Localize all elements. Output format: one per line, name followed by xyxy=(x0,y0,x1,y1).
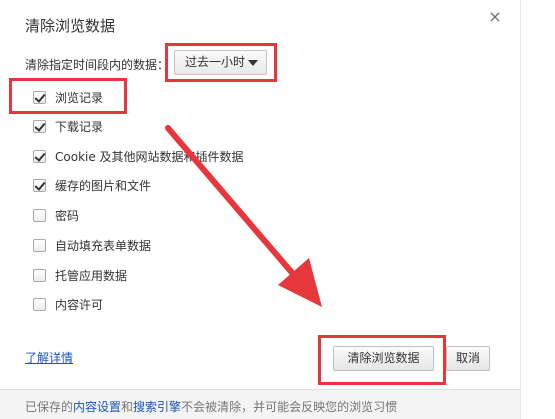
footer-bar: 已保存的内容设置和搜索引擎不会被清除，并可能会反映您的浏览习惯 xyxy=(0,389,520,419)
option-label: 托管应用数据 xyxy=(55,269,128,283)
checkbox-content-licenses[interactable] xyxy=(33,298,46,311)
footer-middle: 和 xyxy=(121,400,134,414)
checkbox-autofill[interactable] xyxy=(33,239,46,252)
content-settings-link[interactable]: 内容设置 xyxy=(73,400,121,414)
window-edge xyxy=(520,0,555,419)
checkbox-passwords[interactable] xyxy=(33,209,46,222)
cancel-button[interactable]: 取消 xyxy=(446,346,490,371)
learn-more-link[interactable]: 了解详情 xyxy=(25,349,73,366)
option-label: 缓存的图片和文件 xyxy=(55,179,152,193)
option-label: 浏览记录 xyxy=(55,91,104,105)
clear-browsing-data-button[interactable]: 清除浏览数据 xyxy=(333,346,434,371)
checkmark-icon xyxy=(34,120,46,132)
checkmark-icon xyxy=(34,91,46,103)
close-icon[interactable]: × xyxy=(486,8,504,26)
checkbox-cache[interactable] xyxy=(33,179,46,192)
dialog-title: 清除浏览数据 xyxy=(25,17,116,35)
checkbox-browsing-history[interactable] xyxy=(33,91,46,104)
checkbox-download-history[interactable] xyxy=(33,120,46,133)
chevron-down-icon xyxy=(248,60,258,66)
checkbox-cookies[interactable] xyxy=(33,150,46,163)
option-label: 密码 xyxy=(55,209,80,223)
option-label: Cookie 及其他网站数据和插件数据 xyxy=(55,150,244,164)
arrow-head-icon xyxy=(278,258,322,307)
checkmark-icon xyxy=(34,179,46,191)
time-range-label: 清除指定时间段内的数据： xyxy=(25,58,170,72)
footer-note: 已保存的内容设置和搜索引擎不会被清除，并可能会反映您的浏览习惯 xyxy=(25,398,397,415)
option-label: 下载记录 xyxy=(55,120,104,134)
time-range-value: 过去一小时 xyxy=(185,55,246,69)
footer-prefix: 已保存的 xyxy=(25,400,74,414)
option-label: 内容许可 xyxy=(55,298,104,312)
search-engines-link[interactable]: 搜索引擎 xyxy=(133,400,181,414)
clear-browsing-data-dialog: 清除浏览数据 × 清除指定时间段内的数据： 过去一小时 浏览记录 下载记录 Co… xyxy=(0,0,555,419)
checkbox-hosted-app-data[interactable] xyxy=(33,269,46,282)
footer-suffix: 不会被清除，并可能会反映您的浏览习惯 xyxy=(181,400,398,414)
option-label: 自动填充表单数据 xyxy=(55,239,152,253)
checkmark-icon xyxy=(34,150,46,162)
time-range-select[interactable]: 过去一小时 xyxy=(174,50,267,75)
